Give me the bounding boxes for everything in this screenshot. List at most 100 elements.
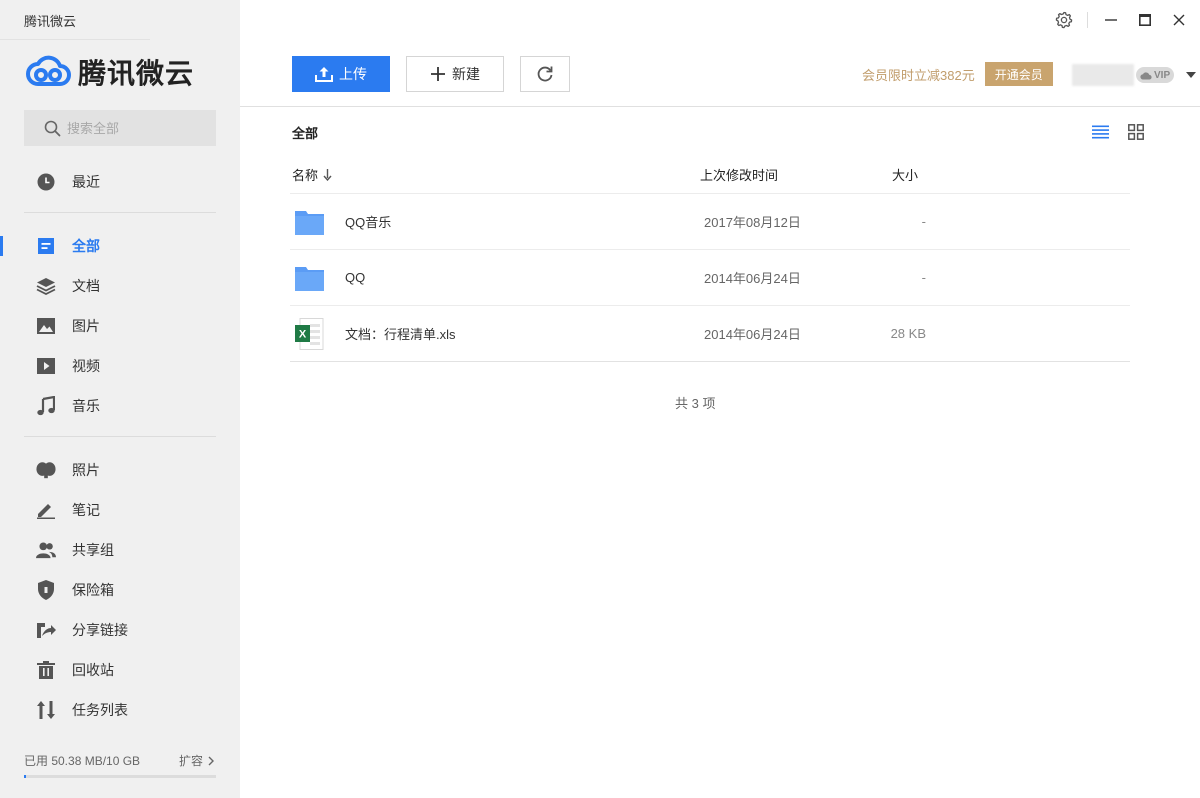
share-link-icon (36, 620, 56, 640)
settings-button[interactable] (1047, 0, 1081, 40)
upload-icon (315, 67, 333, 82)
sidebar-item-label: 保险箱 (72, 582, 114, 598)
sidebar-item-notes[interactable]: 笔记 (0, 490, 240, 530)
vip-promo: 会员限时立减382元 开通会员 (862, 62, 1053, 86)
file-name: 文档：行程清单.xls (345, 327, 456, 342)
storage-progress-bar (24, 775, 216, 778)
image-icon (36, 316, 56, 336)
column-header-size[interactable]: 大小 (860, 165, 940, 184)
promo-text[interactable]: 会员限时立减382元 (862, 65, 975, 84)
upload-button[interactable]: 上传 (292, 56, 390, 92)
sidebar-item-label: 最近 (72, 174, 100, 190)
sidebar-item-images[interactable]: 图片 (0, 306, 240, 346)
sidebar: 腾讯微云 腾讯微云 最近 全部 文档 (0, 0, 240, 798)
file-name-cell: QQ音乐 (290, 209, 700, 235)
sidebar-item-task-list[interactable]: 任务列表 (0, 690, 240, 730)
column-header-name-label: 名称 (292, 168, 319, 183)
table-header: 名称 上次修改时间 大小 (290, 156, 1130, 194)
expand-storage-link[interactable]: 扩容 (179, 752, 216, 769)
sidebar-item-share-group[interactable]: 共享组 (0, 530, 240, 570)
cloud-icon (1140, 71, 1152, 79)
sidebar-item-label: 分享链接 (72, 622, 128, 638)
file-name-cell: X 文档：行程清单.xls (290, 317, 700, 350)
table-row[interactable]: QQ音乐 2017年08月12日 - (290, 194, 1130, 250)
close-icon (1173, 14, 1185, 26)
music-icon (36, 396, 56, 416)
storage-info: 已用 50.38 MB/10 GB 扩容 (24, 752, 216, 778)
all-files-icon (36, 236, 56, 256)
search-input[interactable] (67, 120, 207, 136)
sidebar-item-videos[interactable]: 视频 (0, 346, 240, 386)
open-vip-button[interactable]: 开通会员 (984, 62, 1053, 86)
folder-icon (295, 210, 324, 235)
file-size: - (921, 214, 926, 229)
close-button[interactable] (1162, 0, 1196, 40)
column-header-name[interactable]: 名称 (290, 165, 700, 184)
sidebar-item-share-links[interactable]: 分享链接 (0, 610, 240, 650)
maximize-icon (1139, 14, 1151, 26)
minimize-button[interactable] (1094, 0, 1128, 40)
grid-view-button[interactable] (1126, 122, 1146, 142)
sidebar-item-label: 共享组 (72, 542, 114, 558)
photo-album-icon (36, 460, 56, 480)
file-size: 28 KB (890, 326, 926, 341)
video-icon (36, 356, 56, 376)
sidebar-item-label: 照片 (72, 462, 100, 478)
file-size: - (921, 270, 926, 285)
gear-icon (1055, 11, 1073, 29)
column-header-modified[interactable]: 上次修改时间 (700, 165, 860, 184)
caret-down-icon (1186, 72, 1197, 78)
sidebar-item-recent[interactable]: 最近 (0, 162, 240, 202)
sidebar-item-documents[interactable]: 文档 (0, 266, 240, 306)
plus-icon (431, 67, 445, 81)
refresh-button[interactable] (520, 56, 570, 92)
search-box[interactable] (24, 110, 216, 146)
sidebar-item-label: 回收站 (72, 662, 114, 678)
file-modified: 2014年06月24日 (704, 271, 801, 286)
upload-label: 上传 (339, 66, 367, 82)
sort-down-icon (323, 168, 332, 181)
main-panel: 上传 新建 会员限时立减382元 开通会员 VIP 全部 名称 上次修改时间 大… (240, 0, 1200, 798)
toolbar-divider (240, 106, 1200, 107)
folder-icon (295, 266, 324, 291)
clock-icon (36, 172, 56, 192)
table-row[interactable]: X 文档：行程清单.xls 2014年06月24日 28 KB (290, 306, 1130, 362)
new-button[interactable]: 新建 (406, 56, 504, 92)
sidebar-item-label: 文档 (72, 278, 100, 294)
sidebar-item-label: 图片 (72, 318, 100, 334)
table-row[interactable]: QQ 2014年06月24日 - (290, 250, 1130, 306)
user-name-blurred (1072, 64, 1134, 86)
new-label: 新建 (452, 66, 480, 82)
window-title: 腾讯微云 (24, 14, 77, 29)
file-modified: 2017年08月12日 (704, 215, 801, 230)
vip-badge: VIP (1136, 67, 1175, 83)
storage-used-text: 已用 50.38 MB/10 GB (24, 754, 141, 768)
file-modified: 2014年06月24日 (704, 327, 801, 342)
sidebar-item-label: 笔记 (72, 502, 100, 518)
list-view-icon (1091, 125, 1109, 139)
sidebar-item-recycle-bin[interactable]: 回收站 (0, 650, 240, 690)
item-count: 共 3 项 (675, 396, 716, 411)
sidebar-item-photos[interactable]: 照片 (0, 450, 240, 490)
logo-text: 腾讯微云 (78, 58, 195, 89)
file-name: QQ (345, 270, 366, 285)
svg-text:X: X (299, 328, 307, 340)
file-name: QQ音乐 (345, 215, 392, 230)
toolbar: 上传 新建 (292, 56, 586, 92)
vip-label: VIP (1154, 69, 1171, 81)
view-toggle (1074, 122, 1146, 142)
maximize-button[interactable] (1128, 0, 1162, 40)
layers-icon (36, 276, 56, 296)
sidebar-item-all[interactable]: 全部 (0, 226, 240, 266)
search-icon (44, 120, 61, 136)
trash-icon (36, 660, 56, 680)
window-controls (1047, 0, 1200, 40)
nav-divider (24, 212, 216, 213)
sidebar-item-label: 视频 (72, 358, 100, 374)
user-menu[interactable]: VIP (1072, 64, 1197, 86)
file-table: 名称 上次修改时间 大小 QQ音乐 2017年08月12日 - QQ 2014年… (290, 156, 1130, 362)
list-view-button[interactable] (1090, 122, 1110, 142)
pen-icon (36, 500, 56, 520)
sidebar-item-safe-box[interactable]: 保险箱 (0, 570, 240, 610)
sidebar-item-music[interactable]: 音乐 (0, 386, 240, 426)
